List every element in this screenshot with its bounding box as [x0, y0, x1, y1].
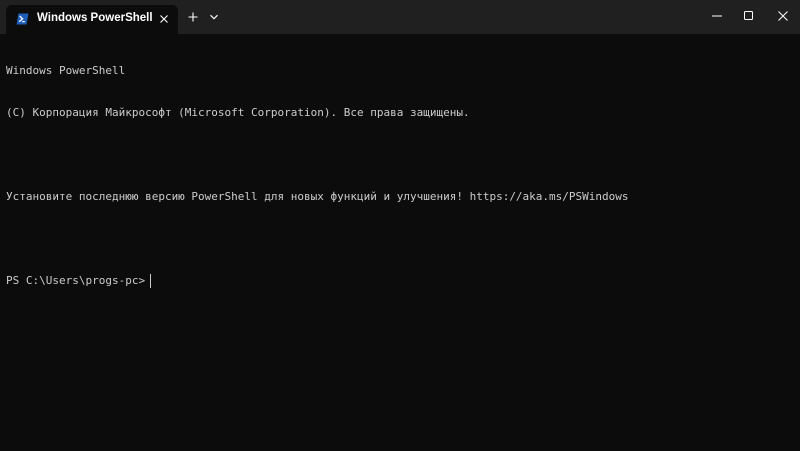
- tab-title: Windows PowerShell: [37, 12, 153, 24]
- new-tab-plus-icon[interactable]: [186, 10, 200, 24]
- text-cursor: [150, 274, 152, 288]
- terminal-prompt: PS C:\Users\progs-pc>: [6, 274, 146, 287]
- terminal-prompt-line[interactable]: PS C:\Users\progs-pc>: [6, 274, 786, 288]
- chevron-down-icon[interactable]: [208, 11, 220, 23]
- maximize-icon: [744, 11, 753, 20]
- title-bar[interactable]: Windows PowerShell: [0, 0, 800, 34]
- terminal-line: Windows PowerShell: [6, 64, 126, 77]
- close-tab-icon[interactable]: [157, 12, 171, 26]
- tab-windows-powershell[interactable]: Windows PowerShell: [6, 5, 178, 34]
- terminal-output[interactable]: Windows PowerShell (C) Корпорация Майкро…: [6, 36, 786, 436]
- powershell-icon: [16, 13, 29, 25]
- powershell-window: Windows PowerShell Windows PowerShell (C…: [0, 0, 800, 451]
- terminal-line: (C) Корпорация Майкрософт (Microsoft Cor…: [6, 106, 470, 119]
- close-icon: [778, 11, 788, 21]
- terminal-line: Установите последнюю версию PowerShell д…: [6, 190, 629, 203]
- close-window-button[interactable]: [760, 0, 800, 32]
- minimize-icon: [712, 15, 722, 17]
